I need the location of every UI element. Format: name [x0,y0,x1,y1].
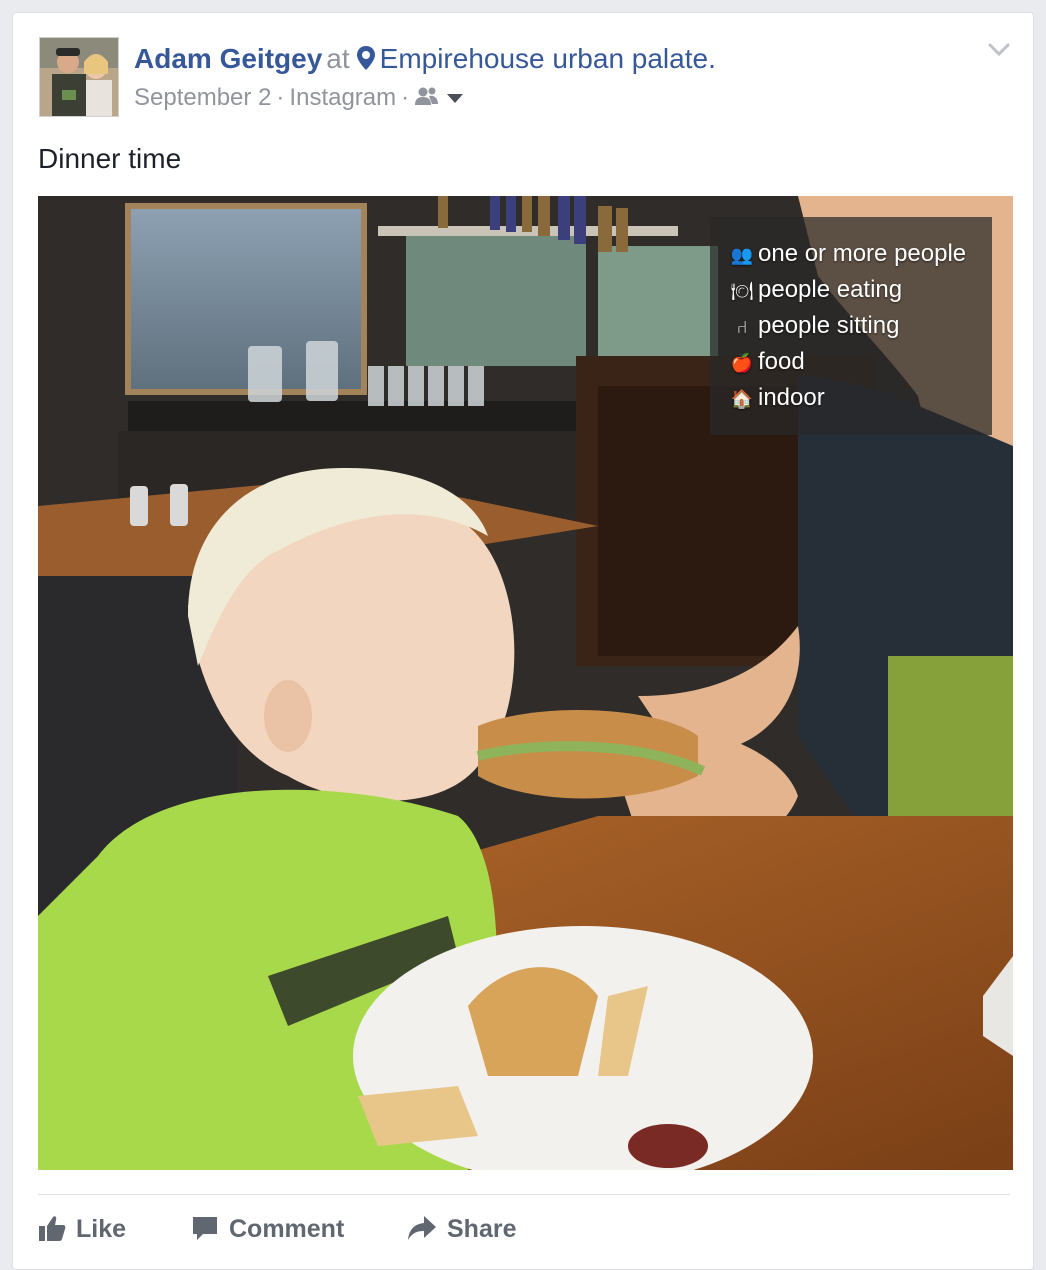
post-header: Adam Geitgey at Empirehouse urban palate. [134,41,716,77]
audience-selector[interactable] [414,85,466,117]
alt-tag-label: indoor [758,384,825,411]
share-icon [408,1216,436,1240]
alt-tag-label: food [758,348,805,375]
post-meta: September 2 · Instagram · [134,83,466,117]
apple-icon: 🍎 [730,353,754,373]
comment-label: Comment [229,1215,345,1243]
post-text: Dinner time [38,143,182,174]
share-button[interactable]: Share [407,1209,516,1249]
friends-icon [415,87,464,105]
alt-tag-label: people eating [758,276,903,303]
avatar-image [40,38,118,116]
chair-icon: ⑁ [736,317,748,337]
post-options-button[interactable] [987,41,1011,59]
meta-separator: · [276,84,285,111]
meta-separator: · [401,84,410,111]
alt-tag: 🍎 food [730,347,805,378]
plate-icon: 🍽 [730,281,754,301]
alt-text-overlay: 👥 one or more people 🍽 people eating ⑁ peop… [710,217,992,435]
at-word: at [326,43,350,74]
caret-down-icon [447,94,464,103]
alt-tag: 🍽 people eating [730,275,903,306]
author-name-link[interactable]: Adam Geitgey [134,43,322,74]
alt-tag-label: people sitting [758,312,900,339]
like-label: Like [76,1215,127,1243]
location-pin-icon [356,44,376,70]
alt-tag: ⑁ people sitting [730,311,900,342]
comment-icon [193,1217,217,1240]
share-label: Share [447,1215,517,1243]
chevron-down-icon [988,43,1010,57]
actions-divider [38,1194,1010,1195]
house-icon: 🏠 [730,389,754,409]
alt-tag: 👥 one or more people [730,239,966,270]
post-card: Adam Geitgey at Empirehouse urban palate. … [12,12,1034,1270]
post-date-link[interactable]: September 2 [134,84,271,111]
avatar[interactable] [39,37,119,117]
alt-tag: 🏠 indoor [730,383,825,414]
post-source-link[interactable]: Instagram [289,84,396,111]
like-button[interactable]: Like [38,1209,126,1249]
comment-button[interactable]: Comment [191,1209,344,1249]
post-photo[interactable]: 👥 one or more people 🍽 people eating ⑁ peop… [38,196,1013,1170]
location-link[interactable]: Empirehouse urban palate. [380,43,716,74]
thumbs-up-icon [39,1216,66,1241]
people-icon: 👥 [730,245,754,265]
alt-tag-label: one or more people [758,240,967,267]
